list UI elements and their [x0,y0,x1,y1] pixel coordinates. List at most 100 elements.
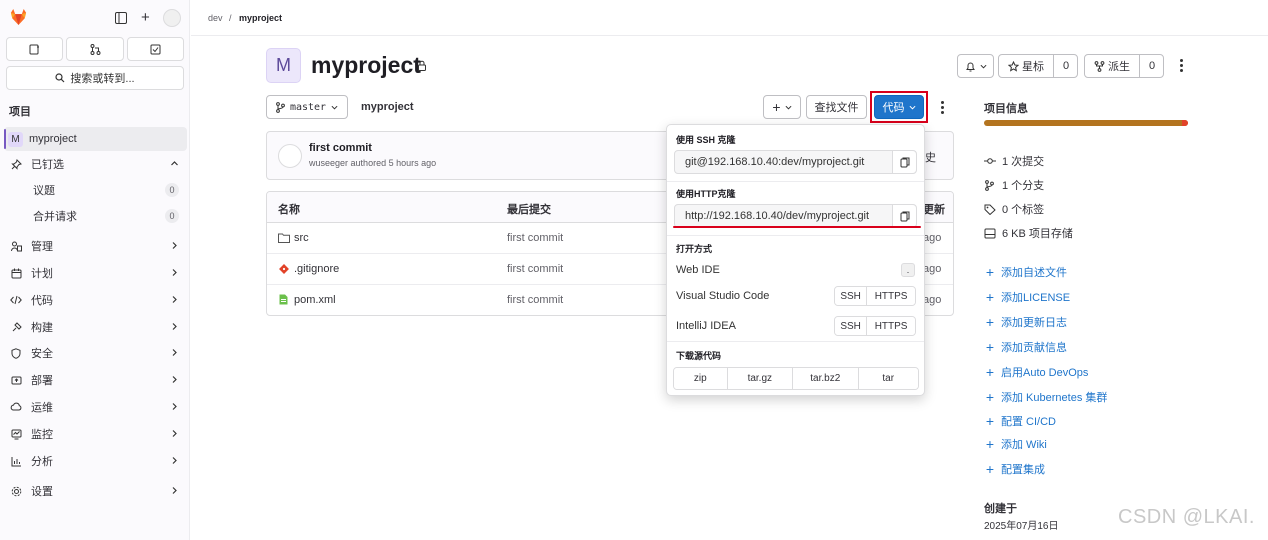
commit-author[interactable]: wuseeger [309,158,348,168]
vscode-options: SSH HTTPS [834,286,916,306]
file-name[interactable]: .gitignore [294,263,339,275]
history-button-partial[interactable]: 史 [925,149,936,165]
find-file-button[interactable]: 查找文件 [806,95,867,119]
project-info-link[interactable]: + 配置集成 [984,461,1045,477]
chevron-down-icon [980,64,986,69]
merge-requests-shortcut-button[interactable] [66,37,124,61]
sidebar-item-2[interactable]: 代码 [4,288,187,312]
project-info-link[interactable]: + 添加 Wiki [984,436,1047,452]
copy-http-button[interactable] [892,205,916,227]
todos-shortcut-button[interactable] [127,37,184,61]
sidebar-item-settings[interactable]: 设置 [4,479,187,503]
vscode-ssh-button[interactable]: SSH [835,287,868,305]
sidebar-item-7[interactable]: 监控 [4,422,187,446]
intellij-https-button[interactable]: HTTPS [867,317,915,335]
search-button[interactable]: 搜索或转到... [6,66,184,90]
intellij-ssh-button[interactable]: SSH [835,317,868,335]
repo-path[interactable]: myproject [361,101,414,113]
download-zip-button[interactable]: zip [674,368,728,389]
project-info-link[interactable]: + 添加自述文件 [984,264,1067,280]
project-info-link-label: 配置集成 [1001,464,1045,476]
add-button[interactable]: + [763,95,801,119]
breadcrumb-current[interactable]: myproject [239,13,282,23]
storage-stat[interactable]: 6 KB 项目存储 [984,225,1073,241]
project-info-link[interactable]: + 添加贡献信息 [984,339,1067,355]
sidebar-item-label: 代码 [31,295,53,307]
breadcrumb-parent[interactable]: dev [208,13,223,23]
sidebar-item-5[interactable]: 部署 [4,368,187,392]
sidebar-item-issues[interactable]: 议题 0 [4,178,187,202]
project-info-link[interactable]: + 添加更新日志 [984,314,1067,330]
project-info-link[interactable]: + 配置 CI/CD [984,413,1056,429]
sidebar-item-label: 合并请求 [33,211,77,223]
branches-stat[interactable]: 1 个分支 [984,177,1044,193]
copy-ssh-button[interactable] [892,151,916,173]
ssh-url-field[interactable]: git@192.168.10.40:dev/myproject.git [674,150,917,174]
sidebar-item-label: 设置 [31,486,53,498]
sidebar-item-6[interactable]: 运维 [4,395,187,419]
fork-icon [1094,60,1105,72]
sidebar-item-project[interactable]: M myproject [4,127,187,151]
sidebar-item-label: 议题 [33,185,55,197]
file-commit[interactable]: first commit [507,263,563,275]
sidebar-item-merge-requests[interactable]: 合并请求 0 [4,204,187,228]
project-info-link-label: 添加贡献信息 [1001,342,1067,354]
star-button[interactable]: 星标 0 [998,54,1078,78]
chevron-right-icon [172,403,177,410]
project-info-link[interactable]: + 添加LICENSE [984,289,1070,305]
copy-icon [900,157,909,167]
download-tar-button[interactable]: tar [858,368,918,389]
file-name[interactable]: pom.xml [294,294,336,306]
avatar[interactable] [163,9,181,27]
created-label: 创建于 [984,503,1017,515]
plus-icon: + [985,264,995,280]
ssh-url-text: git@192.168.10.40:dev/myproject.git [685,156,865,168]
plus-icon: + [985,364,995,380]
fork-button[interactable]: 派生 0 [1084,54,1164,78]
sidebar-item-pinned[interactable]: 已钉选 [4,152,187,176]
project-info-link[interactable]: + 添加 Kubernetes 集群 [984,389,1107,405]
commits-stat[interactable]: 1 次提交 [984,153,1044,169]
commit-title[interactable]: first commit [309,142,372,154]
sidebar-toggle-icon[interactable] [115,12,127,24]
project-info-link[interactable]: + 启用Auto DevOps [984,364,1089,380]
tags-stat[interactable]: 0 个标签 [984,201,1044,217]
gitlab-logo[interactable] [9,8,28,26]
notification-button[interactable] [957,54,994,78]
branch-icon [276,101,285,113]
sidebar-item-4[interactable]: 安全 [4,341,187,365]
shortcut-key: . [901,263,915,277]
chevron-right-icon [172,430,177,437]
chevron-right-icon [172,457,177,464]
download-tar-gz-button[interactable]: tar.gz [727,368,794,389]
download-tar-bz2-button[interactable]: tar.bz2 [793,368,859,389]
download-source-title: 下载源代码 [676,351,722,361]
vscode-item: Visual Studio Code [676,290,770,302]
file-commit[interactable]: first commit [507,294,563,306]
project-info-link-label: 添加 Kubernetes 集群 [1001,392,1108,404]
file-name[interactable]: src [294,232,309,244]
deploy-icon [10,374,22,386]
chevron-right-icon [172,269,177,276]
http-url-field[interactable]: http://192.168.10.40/dev/myproject.git [674,204,917,228]
vscode-https-button[interactable]: HTTPS [867,287,915,305]
repo-more-icon[interactable] [940,100,945,115]
sidebar-item-8[interactable]: 分析 [4,449,187,473]
sidebar-item-3[interactable]: 构建 [4,315,187,339]
folder-icon [278,233,290,243]
sidebar-item-label: 管理 [31,241,53,253]
sidebar-item-0[interactable]: 管理 [4,234,187,258]
branch-selector[interactable]: master [266,95,348,119]
project-info-link-label: 配置 CI/CD [1001,416,1056,428]
more-actions-icon[interactable] [1179,58,1184,73]
breadcrumb: dev / myproject [191,0,1268,36]
sidebar-item-label: 运维 [31,402,53,414]
web-ide-item[interactable]: Web IDE [676,264,720,276]
plus-icon: + [772,99,781,115]
git-file-icon [279,264,289,274]
issues-shortcut-button[interactable] [6,37,63,61]
file-commit[interactable]: first commit [507,232,563,244]
plus-icon[interactable]: + [141,10,150,25]
sidebar-item-1[interactable]: 计划 [4,261,187,285]
file-time: ago [923,232,942,244]
